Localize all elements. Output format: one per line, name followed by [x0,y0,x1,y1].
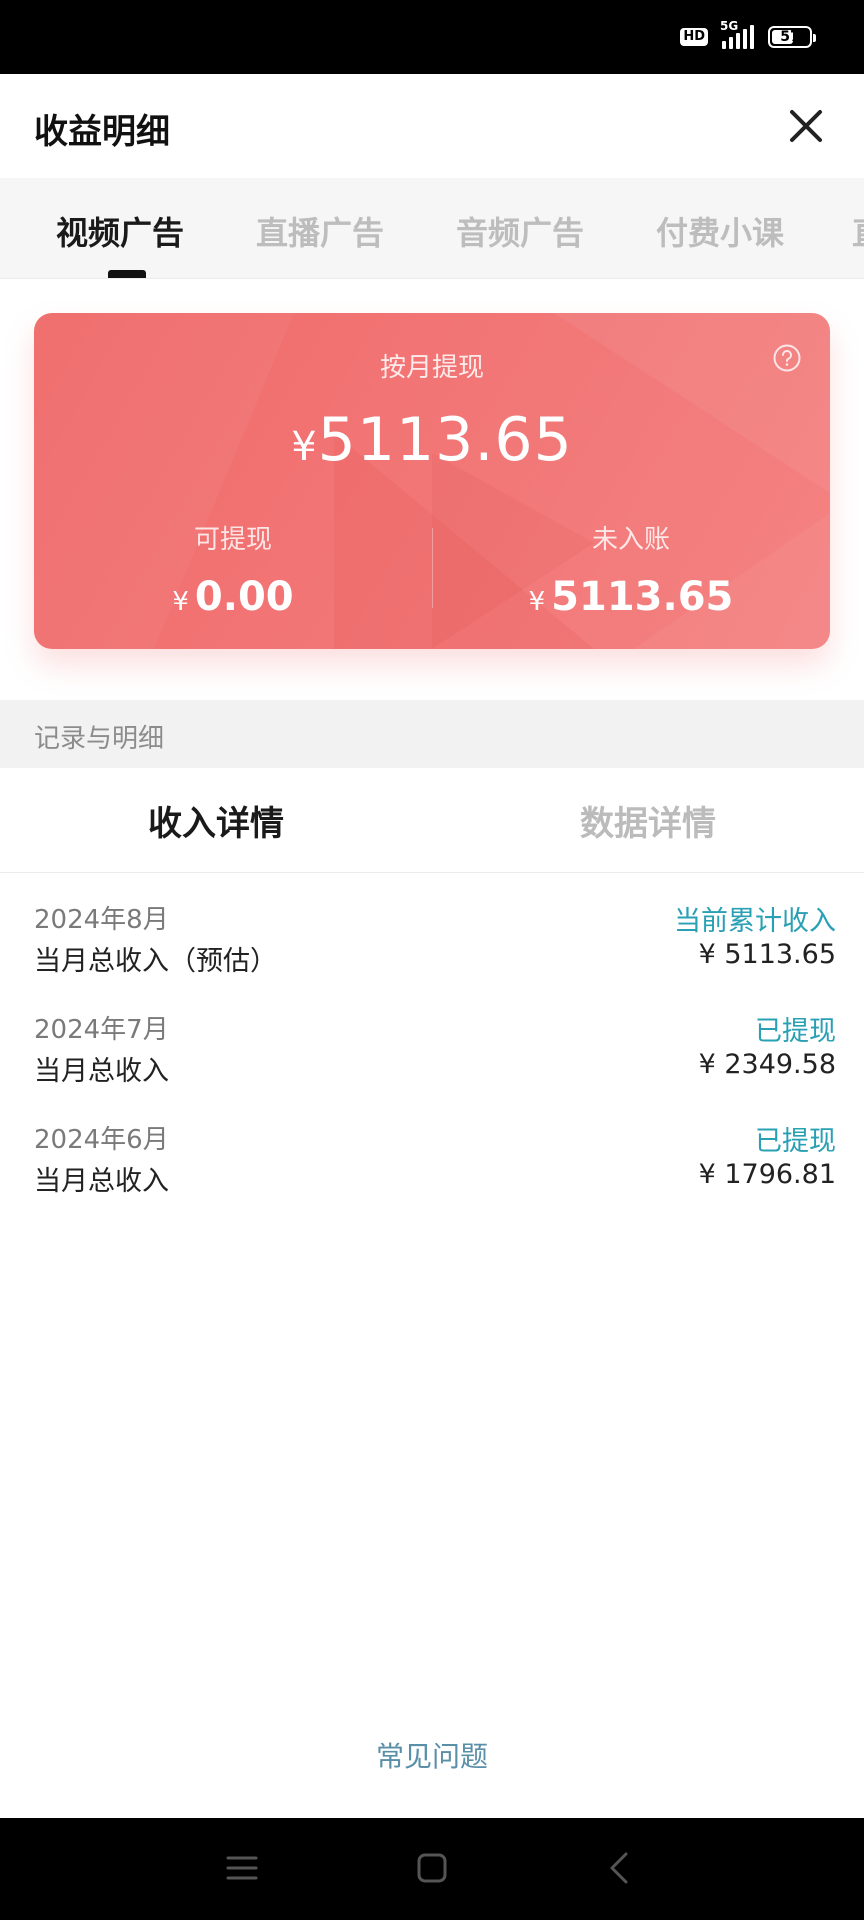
menu-icon [226,1856,258,1880]
row-month: 2024年8月 [34,905,169,935]
hd-badge: HD [680,28,708,46]
home-button[interactable] [412,1848,452,1888]
withdrawable-section: 可提现 ¥0.00 [34,519,432,620]
income-list: 2024年8月 当前累计收入 当月总收入（预估） ¥ 5113.65 2024年… [0,895,864,1225]
row-label: 当月总收入 [34,1056,169,1087]
withdrawable-amount: ¥0.00 [34,574,432,620]
tab-data-details[interactable]: 数据详情 [432,796,864,845]
close-icon [790,110,822,142]
withdrawable-label: 可提现 [193,525,272,555]
row-status: 当前累计收入 [674,906,836,937]
tab-video-ads[interactable]: 视频广告 [56,208,184,254]
signal-icon: 5G [720,19,754,49]
withdraw-mode-label: 按月提现 [379,353,484,383]
total-amount-value: 5113.65 [317,405,573,475]
tab-paid-lessons[interactable]: 付费小课 [656,208,784,254]
status-bar: HD 5G 57 [0,0,864,74]
tab-more[interactable]: 直 [852,208,864,254]
currency-symbol: ¥ [291,424,318,470]
withdrawable-value: 0.00 [194,574,294,620]
currency-symbol: ¥ [528,587,546,617]
pending-value: 5113.65 [551,574,734,620]
currency-symbol: ¥ [172,587,189,617]
pending-label: 未入账 [591,525,670,555]
row-amount: ¥ 5113.65 [698,939,836,970]
active-tab-indicator [108,270,146,278]
help-icon[interactable] [772,343,802,373]
system-nav-bar [0,1818,864,1920]
row-month: 2024年7月 [34,1015,169,1045]
total-amount: ¥5113.65 [34,405,830,475]
page-title: 收益明细 [34,112,170,152]
pending-section: 未入账 ¥5113.65 [432,519,830,620]
status-indicators: HD 5G 57 [680,19,816,52]
tab-income-details[interactable]: 收入详情 [0,796,432,845]
network-type: 5G [720,19,739,33]
faq-link[interactable]: 常见问题 [0,1735,864,1775]
earnings-card: 按月提现 ¥5113.65 可提现 ¥0.00 未入账 ¥5113.65 [34,313,830,649]
records-sub-tabs: 收入详情 数据详情 [0,768,864,873]
tab-live-ads[interactable]: 直播广告 [256,208,384,254]
list-item[interactable]: 2024年6月 已提现 当月总收入 ¥ 1796.81 [0,1115,864,1225]
row-label: 当月总收入 [34,1166,169,1197]
row-status: 已提现 [755,1016,836,1047]
records-section-header: 记录与明细 [0,700,864,768]
menu-button[interactable] [222,1848,262,1888]
tab-audio-ads[interactable]: 音频广告 [456,208,584,254]
row-status: 已提现 [755,1126,836,1157]
home-icon [417,1853,447,1883]
list-item[interactable]: 2024年7月 已提现 当月总收入 ¥ 2349.58 [0,1005,864,1115]
row-month: 2024年6月 [34,1125,169,1155]
back-button[interactable] [600,1848,640,1888]
pending-amount: ¥5113.65 [432,574,830,620]
back-icon [610,1852,628,1884]
question-icon [773,344,801,372]
row-amount: ¥ 1796.81 [698,1159,836,1190]
battery-level: 57 [780,29,800,45]
category-tabs: 视频广告 直播广告 音频广告 付费小课 直 [0,178,864,279]
battery-icon: 57 [768,26,816,48]
list-item[interactable]: 2024年8月 当前累计收入 当月总收入（预估） ¥ 5113.65 [0,895,864,1005]
close-button[interactable] [784,104,828,148]
row-label: 当月总收入（预估） [34,946,277,977]
page-header: 收益明细 [0,74,864,178]
row-amount: ¥ 2349.58 [698,1049,836,1080]
records-section-title: 记录与明细 [34,724,165,754]
